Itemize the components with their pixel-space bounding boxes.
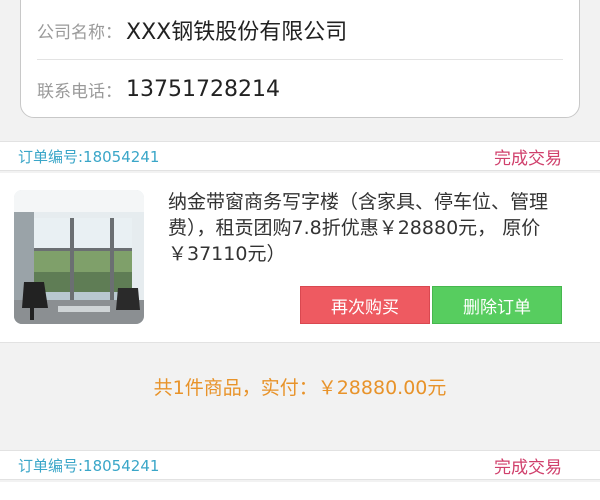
company-name-label: 公司名称： xyxy=(37,22,122,43)
phone-row: 联系电话： 13751728214 xyxy=(37,60,563,118)
order-total: 共1件商品，实付：￥28880.00元 xyxy=(0,343,600,429)
phone-label: 联系电话： xyxy=(37,81,122,102)
product-item[interactable]: 纳金带窗商务写字楼（含家具、停车位、管理费），租贡团购7.8折优惠￥28880元… xyxy=(0,173,600,343)
company-name-row: 公司名称： XXX钢铁股份有限公司 xyxy=(37,1,563,60)
delete-order-button[interactable]: 删除订单 xyxy=(432,286,562,324)
company-info-card: 公司名称： XXX钢铁股份有限公司 联系电话： 13751728214 xyxy=(20,0,580,118)
order-number: 订单编号:18054241 xyxy=(18,147,160,166)
product-thumbnail[interactable] xyxy=(14,190,144,324)
order-header-2: 订单编号:18054241 完成交易 xyxy=(0,450,600,480)
rebuy-button[interactable]: 再次购买 xyxy=(300,286,430,324)
order-status: 完成交易 xyxy=(494,148,562,169)
order-header: 订单编号:18054241 完成交易 xyxy=(0,141,600,171)
product-description[interactable]: 纳金带窗商务写字楼（含家具、停车位、管理费），租贡团购7.8折优惠￥28880元… xyxy=(168,189,578,267)
company-name-value: XXX钢铁股份有限公司 xyxy=(126,20,348,45)
next-product-peek xyxy=(0,482,600,500)
total-summary: 共1件商品，实付：￥28880.00元 xyxy=(153,376,447,399)
order-number-2: 订单编号:18054241 xyxy=(18,456,160,475)
office-photo-icon xyxy=(14,190,144,324)
phone-value[interactable]: 13751728214 xyxy=(126,77,280,102)
order-status-2: 完成交易 xyxy=(494,457,562,478)
